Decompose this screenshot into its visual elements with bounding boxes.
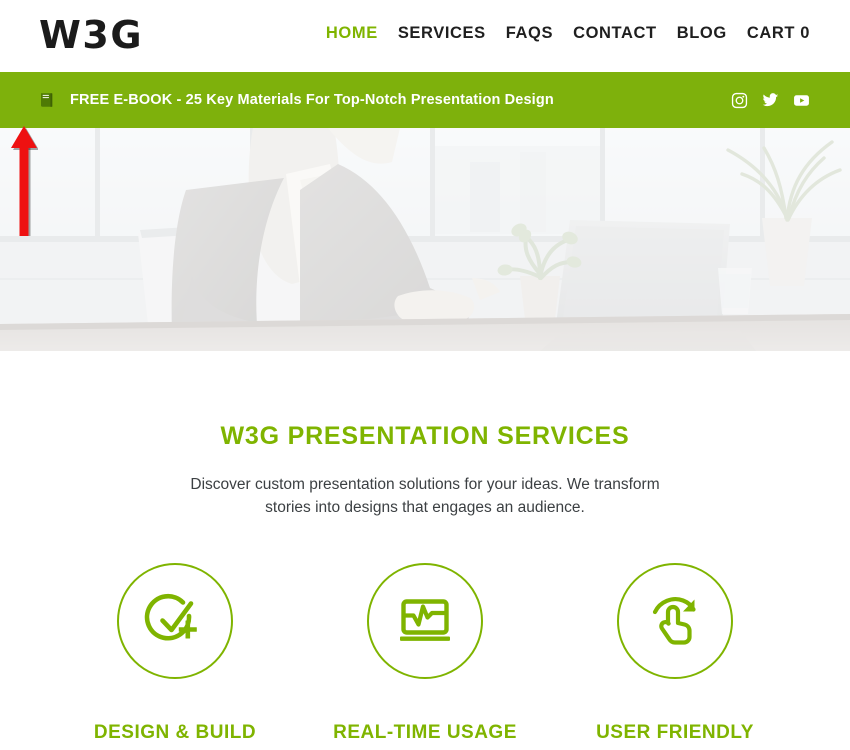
service-card-design-build: DESIGN & BUILD <box>75 562 275 743</box>
nav-item-services[interactable]: SERVICES <box>398 24 486 43</box>
services-description: Discover custom presentation solutions f… <box>190 475 660 516</box>
instagram-icon[interactable] <box>731 92 748 109</box>
site-header: W3G HOME SERVICES FAQS CONTACT BLOG CART… <box>0 0 850 72</box>
twitter-icon[interactable] <box>762 92 779 109</box>
service-icon-circle[interactable] <box>117 562 233 679</box>
services-grid: DESIGN & BUILD REAL-TIME USAGE USER FRIE… <box>65 562 785 743</box>
service-card-real-time-usage: REAL-TIME USAGE <box>325 562 525 743</box>
promo-banner-text: FREE E-BOOK - 25 Key Materials For Top-N… <box>70 92 554 108</box>
nav-item-contact[interactable]: CONTACT <box>573 24 657 43</box>
service-icon-circle[interactable] <box>617 562 733 679</box>
hand-gesture-rotate-icon <box>652 596 696 645</box>
laptop-chart-icon <box>400 598 450 641</box>
service-icon-circle[interactable] <box>367 562 483 679</box>
service-label: USER FRIENDLY <box>596 721 754 743</box>
page-root: W3G HOME SERVICES FAQS CONTACT BLOG CART… <box>0 0 850 750</box>
promo-banner-content: FREE E-BOOK - 25 Key Materials For Top-N… <box>38 91 731 109</box>
service-label: DESIGN & BUILD <box>93 721 257 743</box>
services-title: W3G PRESENTATION SERVICES <box>220 422 630 450</box>
check-circle-plus-icon <box>144 593 197 641</box>
service-card-user-friendly: USER FRIENDLY <box>575 562 775 743</box>
promo-banner[interactable]: FREE E-BOOK - 25 Key Materials For Top-N… <box>0 72 850 128</box>
hero-photo <box>0 128 850 351</box>
social-links <box>731 92 810 109</box>
service-label: REAL-TIME USAGE <box>333 721 517 743</box>
nav-item-faqs[interactable]: FAQS <box>506 24 553 43</box>
main-navigation: HOME SERVICES FAQS CONTACT BLOG CART 0 <box>326 24 810 43</box>
site-logo[interactable]: W3G <box>39 16 143 54</box>
book-icon <box>41 93 53 107</box>
hero-banner <box>0 128 850 351</box>
youtube-icon[interactable] <box>793 92 810 109</box>
nav-item-cart[interactable]: CART 0 <box>747 24 810 43</box>
nav-item-home[interactable]: HOME <box>326 24 378 43</box>
nav-item-blog[interactable]: BLOG <box>677 24 727 43</box>
services-section: W3G PRESENTATION SERVICES Discover custo… <box>0 351 850 742</box>
